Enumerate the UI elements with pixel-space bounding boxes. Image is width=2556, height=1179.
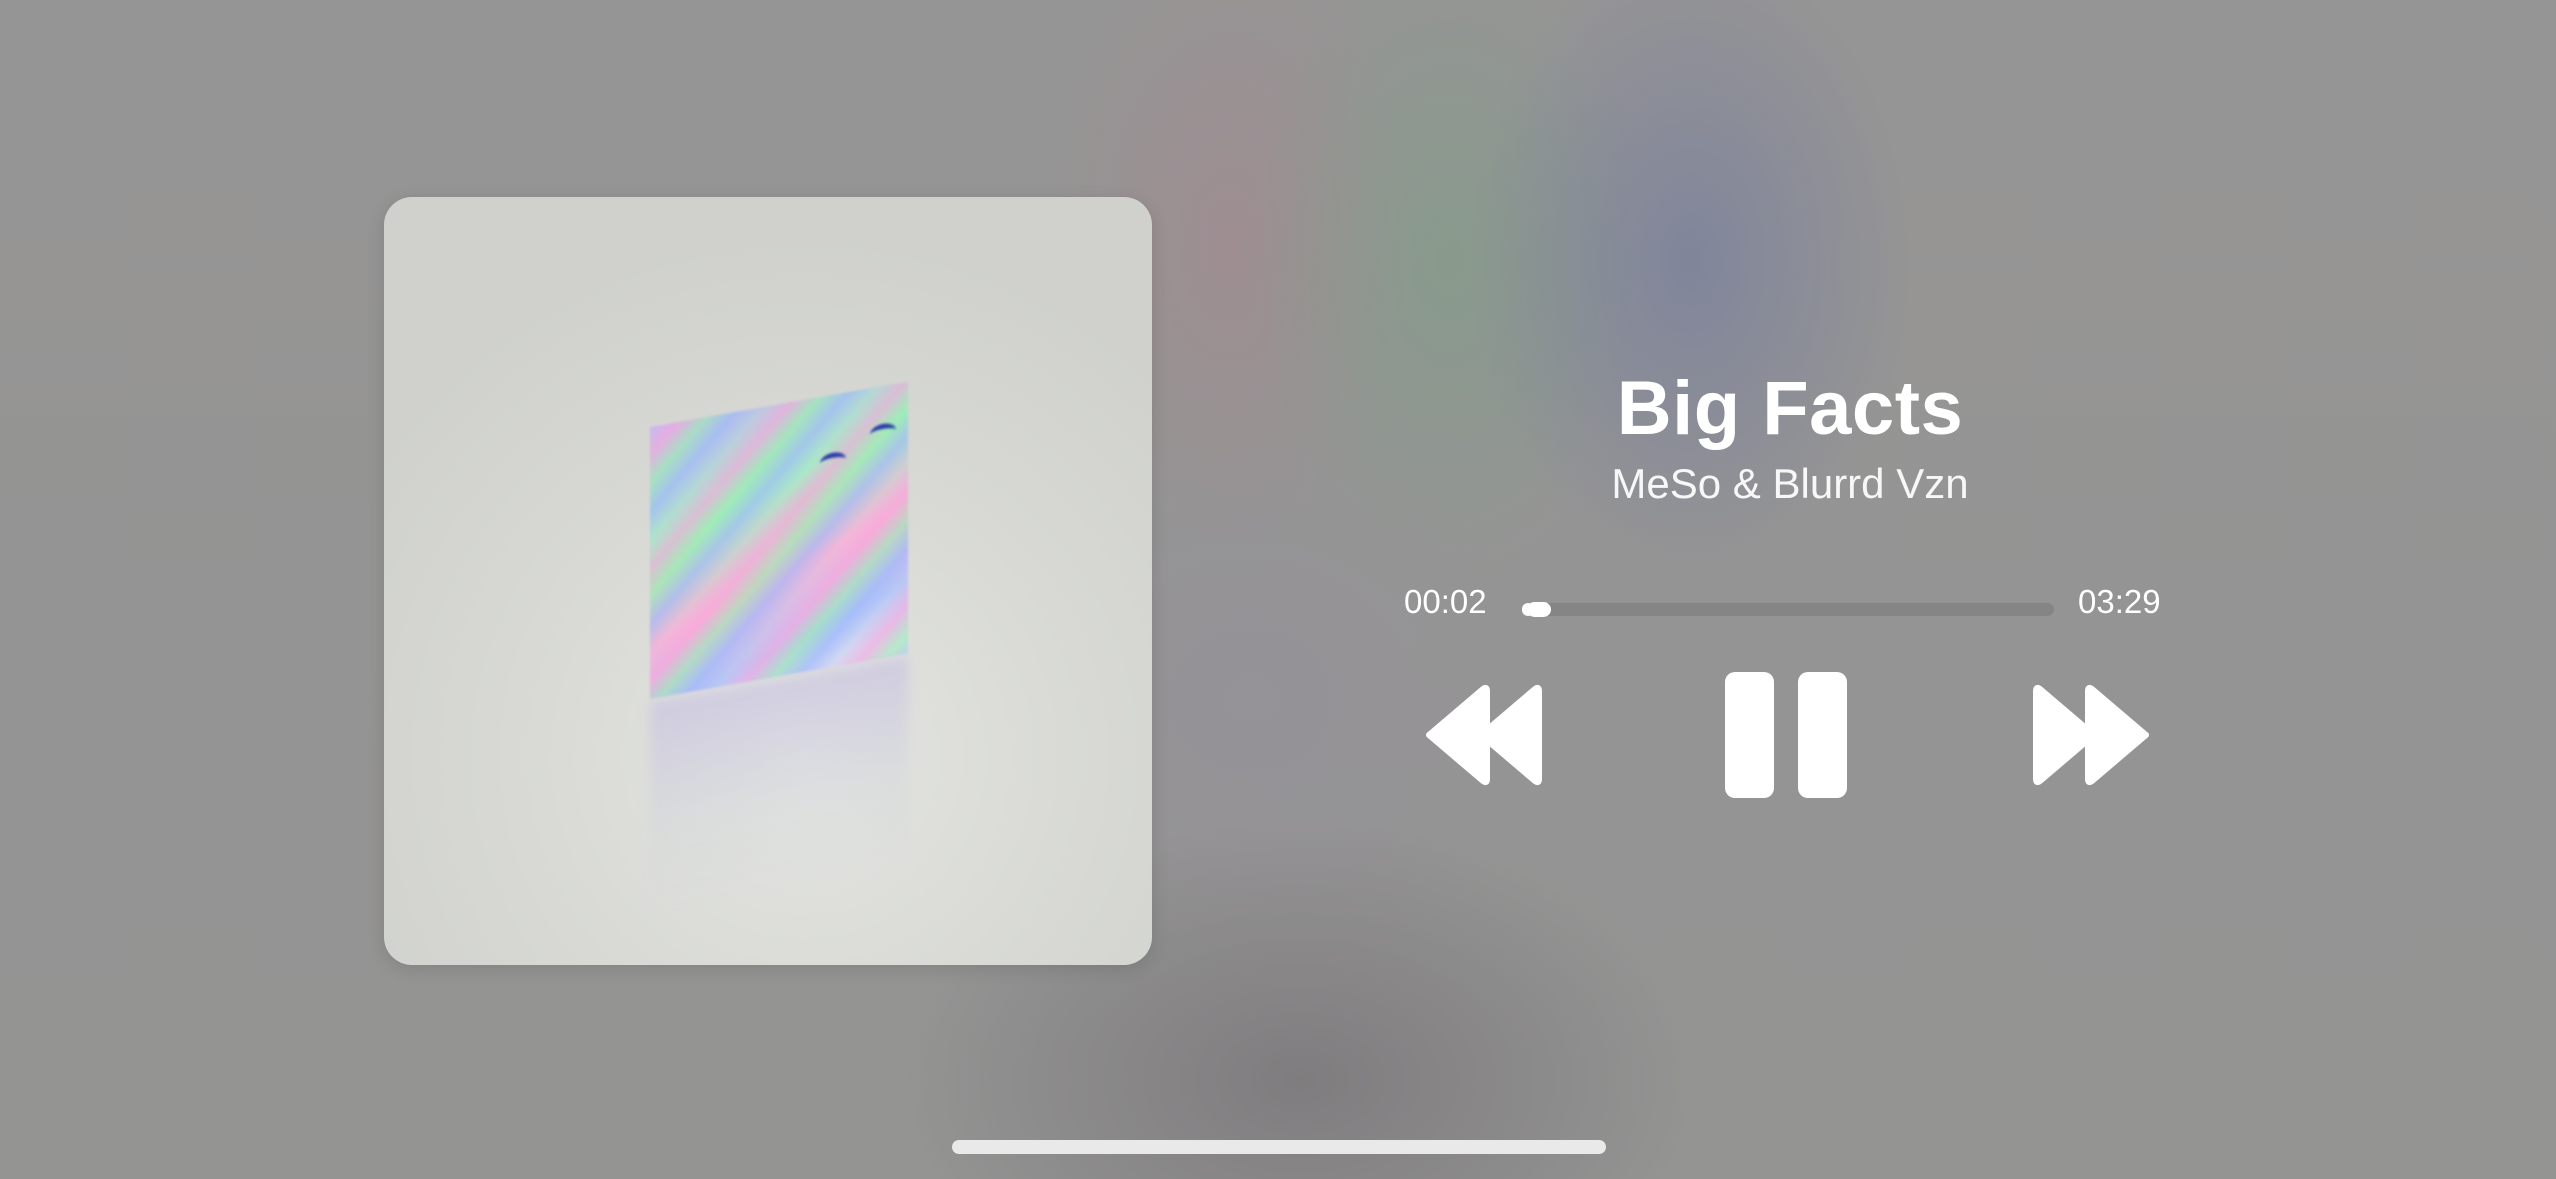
progress-knob[interactable] (1527, 602, 1552, 617)
fast-forward-button[interactable] (2030, 683, 2150, 787)
artwork-eye (870, 421, 896, 444)
artwork-reflection (650, 656, 908, 912)
artwork-holographic-card (650, 381, 908, 699)
artwork-eye (820, 450, 846, 473)
elapsed-time: 00:02 (1404, 583, 1487, 620)
pause-icon (1725, 672, 1847, 798)
pause-button[interactable] (1720, 670, 1850, 800)
backward-icon (1426, 684, 1542, 786)
forward-icon (2033, 684, 2149, 786)
duration-time: 03:29 (2078, 583, 2161, 620)
rewind-button[interactable] (1425, 683, 1545, 787)
home-indicator[interactable] (952, 1140, 1606, 1154)
track-artist: MeSo & Blurrd Vzn (1611, 460, 1969, 507)
track-title: Big Facts (1616, 366, 1964, 451)
progress-scrubber[interactable] (1522, 602, 2054, 617)
album-artwork (384, 197, 1152, 965)
